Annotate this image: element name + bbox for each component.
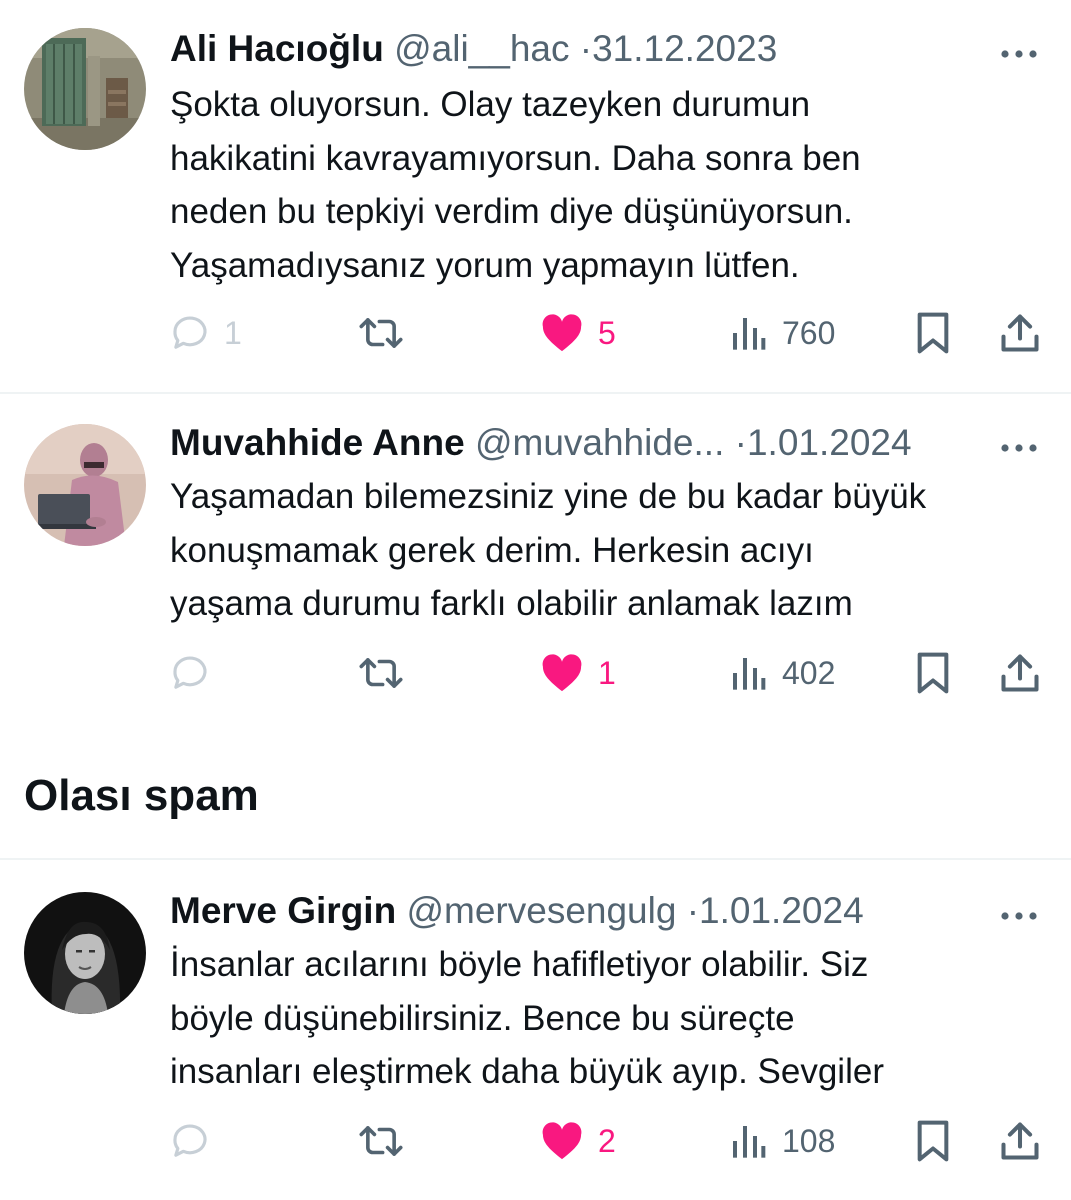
tweet-text-line: insanları eleştirmek daha büyük ayıp. Se…: [170, 1052, 884, 1091]
like-button[interactable]: 1: [540, 648, 616, 698]
retweet-icon: [359, 318, 403, 348]
views-bar-icon: [733, 658, 766, 690]
spam-section-title: Olası spam: [24, 771, 259, 820]
views-bar-icon: [733, 1126, 766, 1158]
retweet-button[interactable]: [358, 648, 404, 698]
tweet-text-line: Yaşamadıysanız yorum yapmayın lütfen.: [170, 245, 800, 285]
reply-bubble-icon: [173, 316, 207, 349]
reply-bubble-icon: [173, 1124, 207, 1157]
tweet-text: İnsanlar acılarını böyle hafifletiyor ol…: [170, 938, 1051, 1099]
author-handle[interactable]: @mervesengulg: [406, 890, 676, 931]
bookmark-icon: [917, 312, 949, 354]
like-button[interactable]: 5: [540, 308, 616, 358]
divider: [0, 392, 1071, 394]
separator-dot: ·: [734, 422, 747, 463]
tweet-actions: 1 402: [0, 648, 1071, 698]
reply-count: 1: [224, 314, 242, 351]
more-dots-icon[interactable]: [997, 426, 1041, 456]
reply-button[interactable]: 1: [170, 308, 242, 358]
tweet-date[interactable]: 31.12.2023: [592, 28, 777, 69]
tweet-actions: 1 5 760: [0, 308, 1071, 358]
like-count: 5: [598, 314, 616, 351]
more-dots-icon[interactable]: [997, 894, 1041, 924]
separator-dot: ·: [579, 28, 593, 69]
share-icon: [1001, 654, 1039, 692]
reply-button[interactable]: [170, 1116, 224, 1166]
author-handle[interactable]: @ali__hac: [394, 28, 569, 69]
tweet-header: Ali Hacıoğlu @ali__hac ·31.12.2023: [170, 24, 1041, 74]
tweet-actions: 2 108: [0, 1116, 1071, 1166]
views-button[interactable]: 760: [728, 308, 835, 358]
bookmark-icon: [917, 652, 949, 694]
like-count: 1: [598, 654, 616, 691]
avatar[interactable]: [24, 424, 146, 546]
share-icon: [1001, 1122, 1039, 1160]
tweet-text: Yaşamadan bilemezsiniz yine de bu kadar …: [170, 470, 1051, 631]
share-icon: [1001, 314, 1039, 352]
views-count: 760: [782, 314, 836, 351]
tweet-text-line: Yaşamadan bilemezsiniz yine de bu kadar …: [170, 477, 927, 516]
tweet-text-line: İnsanlar acılarını böyle hafifletiyor ol…: [170, 945, 869, 984]
views-count: 402: [782, 654, 836, 691]
divider: [0, 858, 1071, 860]
tweet-text-line: konuşmamak gerek derim. Herkesin acıyı: [170, 530, 814, 570]
like-button[interactable]: 2: [540, 1116, 616, 1166]
separator-dot: ·: [686, 890, 700, 931]
retweet-button[interactable]: [358, 308, 404, 358]
tweet-text-line: neden bu tepkiyi verdim diye düşünüyorsu…: [170, 192, 853, 231]
views-bar-icon: [733, 318, 766, 350]
tweet-text-line: Şokta oluyorsun. Olay tazeyken durumun: [170, 85, 811, 124]
reply-button[interactable]: [170, 648, 224, 698]
avatar[interactable]: [24, 892, 146, 1014]
more-dots-icon[interactable]: [997, 32, 1041, 62]
tweet-text: Şokta oluyorsun. Olay tazeyken durumun h…: [170, 78, 1051, 292]
like-count: 2: [598, 1122, 616, 1159]
heart-icon: [542, 314, 582, 352]
heart-icon: [542, 1122, 582, 1160]
author-name[interactable]: Merve Girgin: [170, 890, 396, 931]
share-button[interactable]: [998, 1116, 1042, 1166]
tweet-text-line: hakikatini kavrayamıyorsun. Daha sonra b…: [170, 138, 861, 178]
views-button[interactable]: 402: [728, 648, 835, 698]
bookmark-button[interactable]: [913, 1116, 953, 1166]
share-button[interactable]: [998, 648, 1042, 698]
retweet-icon: [359, 1126, 403, 1156]
tweet-date[interactable]: 1.01.2024: [699, 890, 864, 931]
bookmark-icon: [917, 1120, 949, 1162]
tweet-header: Merve Girgin @mervesengulg ·1.01.2024: [170, 886, 1041, 936]
author-name[interactable]: Muvahhide Anne: [170, 422, 465, 463]
author-handle[interactable]: @muvahhide...: [475, 422, 724, 463]
bookmark-button[interactable]: [913, 308, 953, 358]
reply-bubble-icon: [173, 656, 207, 689]
views-count: 108: [782, 1122, 836, 1159]
author-name[interactable]: Ali Hacıoğlu: [170, 28, 384, 69]
views-button[interactable]: 108: [728, 1116, 835, 1166]
avatar[interactable]: [24, 28, 146, 150]
retweet-button[interactable]: [358, 1116, 404, 1166]
heart-icon: [542, 654, 582, 692]
retweet-icon: [359, 658, 403, 688]
tweet-date[interactable]: 1.01.2024: [747, 422, 912, 463]
tweet-text-line: yaşama durumu farklı olabilir anlamak la…: [170, 584, 853, 623]
tweet-header: Muvahhide Anne @muvahhide... ·1.01.2024: [170, 418, 1041, 468]
tweet-text-line: böyle düşünebilirsiniz. Bence bu süreçte: [170, 998, 795, 1038]
share-button[interactable]: [998, 308, 1042, 358]
bookmark-button[interactable]: [913, 648, 953, 698]
